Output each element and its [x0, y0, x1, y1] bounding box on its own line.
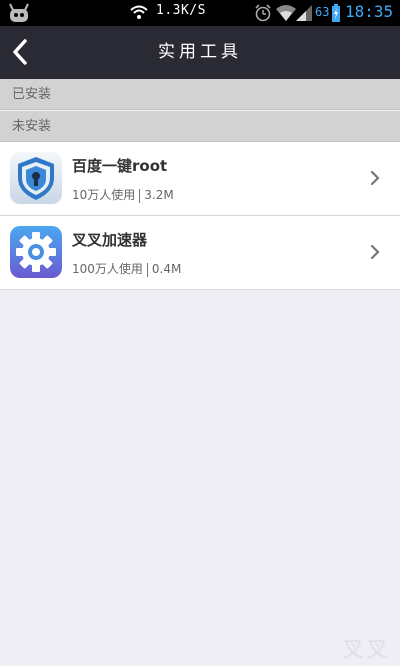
section-installed: 已安装: [0, 79, 400, 110]
app-row-xx-accelerator[interactable]: 叉叉加速器 100万人使用 0.4M: [0, 216, 400, 290]
wifi-icon: [276, 5, 296, 21]
section-not-installed: 未安装: [0, 111, 400, 142]
app-users: 10万人使用: [72, 188, 136, 202]
app-row-baidu-root[interactable]: 百度一键root 10万人使用 3.2M: [0, 142, 400, 216]
app-meta: 10万人使用 3.2M: [72, 186, 174, 203]
clock: 18:35: [345, 2, 394, 21]
status-bar: 1.3K/S 63 18:35: [0, 0, 400, 26]
divider: [139, 188, 141, 203]
app-meta: 100万人使用 0.4M: [72, 260, 181, 277]
alarm-icon: [255, 4, 271, 22]
page-title: 实用工具: [158, 42, 242, 62]
battery-percent: 63: [315, 5, 330, 19]
chevron-right-icon: [370, 244, 380, 260]
chevron-right-icon: [370, 170, 380, 186]
app-users: 100万人使用: [72, 262, 143, 276]
divider: [146, 262, 148, 277]
back-button[interactable]: [10, 38, 30, 66]
app-name: 百度一键root: [72, 157, 168, 175]
signal-icon: [296, 5, 312, 21]
watermark: 叉叉: [341, 638, 390, 663]
navigation-bar: 实用工具: [0, 26, 400, 79]
gear-icon: [10, 226, 62, 278]
wifi-icon: [130, 5, 148, 19]
android-icon: [9, 3, 29, 22]
net-speed: 1.3K/S: [156, 3, 206, 18]
shield-lock-icon: [10, 152, 62, 204]
app-name: 叉叉加速器: [72, 231, 148, 249]
app-size: 3.2M: [144, 188, 174, 202]
battery-charging-icon: [332, 4, 340, 22]
app-size: 0.4M: [151, 262, 182, 276]
